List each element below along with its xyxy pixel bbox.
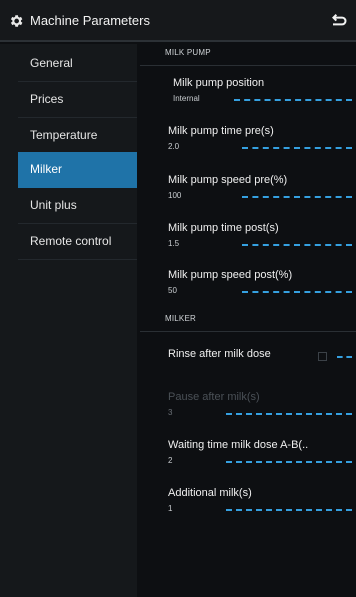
- setting-value: 1: [168, 504, 173, 513]
- setting-row-pump-time-pre[interactable]: Milk pump time pre(s) 2.0: [140, 125, 356, 170]
- setting-row-rinse[interactable]: Rinse after milk dose: [140, 348, 356, 393]
- sidebar: General Prices Temperature Milker Unit p…: [0, 44, 137, 597]
- setting-row-waiting-time[interactable]: Waiting time milk dose A-B(.. 2: [140, 439, 356, 484]
- setting-row-pause: Pause after milk(s) 3: [140, 391, 356, 436]
- section-header-milker: MILKER: [140, 312, 356, 332]
- setting-label: Milk pump position: [173, 77, 265, 89]
- value-underline: [242, 291, 352, 293]
- setting-value: 50: [168, 286, 177, 295]
- setting-label: Waiting time milk dose A-B(..: [168, 439, 309, 451]
- page-title: Machine Parameters: [30, 13, 150, 28]
- setting-label: Milk pump speed pre(%): [168, 174, 288, 186]
- setting-row-additional-milk[interactable]: Additional milk(s) 1: [140, 487, 356, 532]
- setting-label: Pause after milk(s): [168, 391, 260, 403]
- sidebar-item-prices[interactable]: Prices: [18, 82, 137, 118]
- setting-label: Milk pump speed post(%): [168, 269, 293, 281]
- setting-value: 100: [168, 191, 182, 200]
- setting-row-pump-time-post[interactable]: Milk pump time post(s) 1.5: [140, 222, 356, 267]
- setting-label: Milk pump time pre(s): [168, 125, 274, 137]
- settings-panel: MILK PUMP Milk pump position Internal Mi…: [140, 44, 356, 597]
- value-underline: [234, 99, 352, 101]
- value-underline: [242, 147, 352, 149]
- title-bar: Machine Parameters: [0, 0, 356, 42]
- setting-row-pump-speed-pre[interactable]: Milk pump speed pre(%) 100: [140, 174, 356, 219]
- gear-icon: [10, 15, 23, 27]
- setting-label: Additional milk(s): [168, 487, 252, 499]
- value-underline: [226, 509, 352, 511]
- setting-label: Rinse after milk dose: [168, 348, 271, 360]
- setting-value: 1.5: [168, 239, 180, 248]
- value-underline: [226, 461, 352, 463]
- value-underline: [226, 413, 352, 415]
- sidebar-item-remote-control[interactable]: Remote control: [18, 224, 137, 260]
- setting-value: Internal: [173, 94, 200, 103]
- setting-label: Milk pump time post(s): [168, 222, 279, 234]
- rinse-checkbox[interactable]: [318, 352, 327, 361]
- setting-value: 2: [168, 456, 173, 465]
- setting-value: 2.0: [168, 142, 180, 151]
- value-underline: [337, 356, 352, 358]
- section-header-milk-pump: MILK PUMP: [140, 46, 356, 66]
- sidebar-item-milker[interactable]: Milker: [18, 152, 137, 188]
- setting-row-pump-position[interactable]: Milk pump position Internal: [140, 77, 356, 122]
- sidebar-item-temperature[interactable]: Temperature: [18, 118, 137, 154]
- sidebar-item-general[interactable]: General: [18, 46, 137, 82]
- value-underline: [242, 244, 352, 246]
- setting-value: 3: [168, 408, 173, 417]
- back-arrow-icon[interactable]: [328, 11, 348, 31]
- sidebar-item-unit-plus[interactable]: Unit plus: [18, 188, 137, 224]
- value-underline: [242, 196, 352, 198]
- setting-row-pump-speed-post[interactable]: Milk pump speed post(%) 50: [140, 269, 356, 314]
